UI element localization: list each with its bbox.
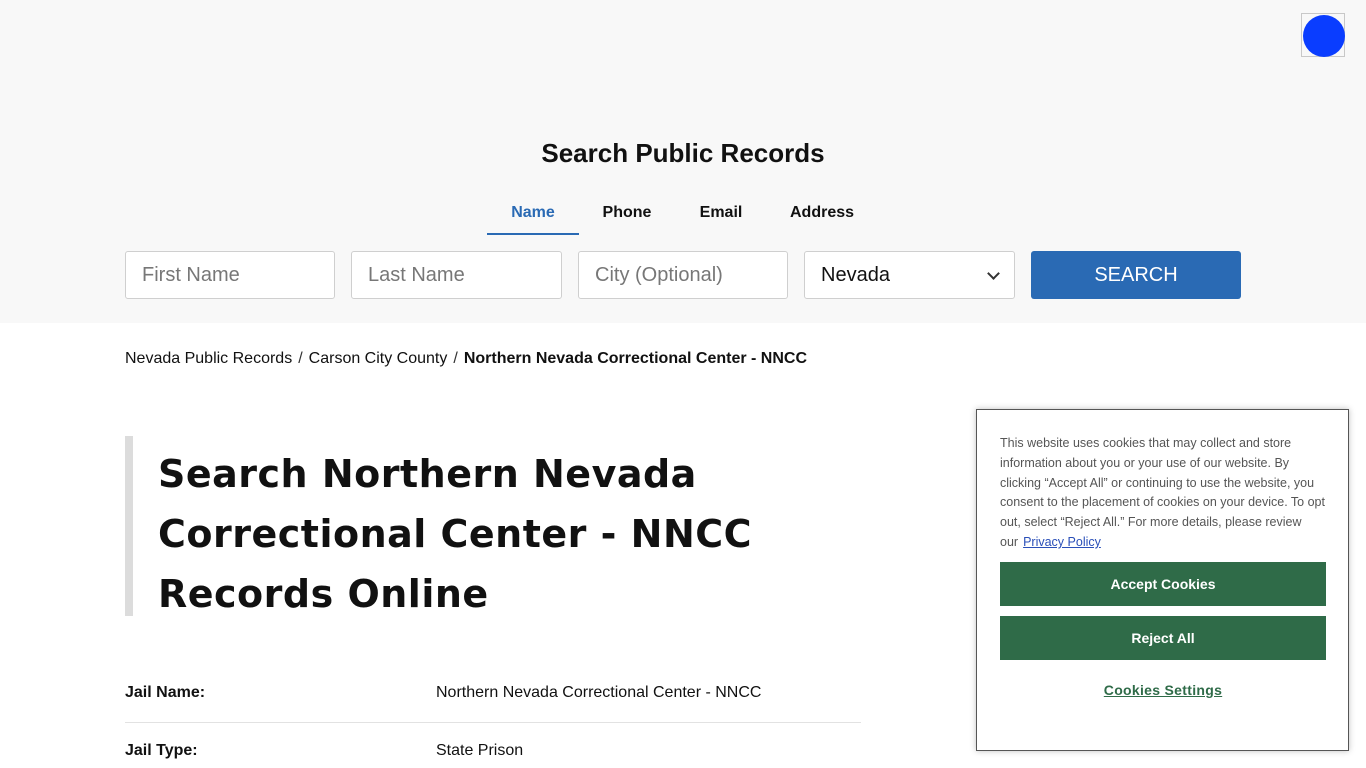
cookie-consent-banner: This website uses cookies that may colle… [976, 409, 1349, 751]
search-tabs: Name Phone Email Address [487, 197, 877, 235]
state-select-value: Nevada [821, 264, 890, 286]
cookie-message: This website uses cookies that may colle… [1000, 436, 1325, 549]
info-label: Jail Name: [125, 684, 206, 701]
tab-phone[interactable]: Phone [579, 197, 675, 235]
search-title: Search Public Records [541, 138, 825, 168]
breadcrumb: Nevada Public Records / Carson City County… [125, 350, 807, 368]
search-button[interactable]: SEARCH [1031, 251, 1241, 299]
privacy-policy-link[interactable]: Privacy Policy [1023, 535, 1101, 549]
city-input[interactable] [578, 251, 788, 299]
cookie-text: This website uses cookies that may colle… [1000, 434, 1328, 553]
info-value: State Prison [436, 742, 524, 759]
logo-circle [1303, 15, 1345, 57]
breadcrumb-separator: / [298, 350, 303, 367]
breadcrumb-separator: / [453, 350, 458, 367]
first-name-input[interactable] [125, 251, 335, 299]
tab-email[interactable]: Email [675, 197, 767, 235]
breadcrumb-link-state[interactable]: Nevada Public Records [125, 350, 292, 367]
headline-block: Search Northern Nevada Correctional Cent… [125, 436, 805, 616]
accept-cookies-button[interactable]: Accept Cookies [1000, 562, 1326, 606]
breadcrumb-current: Northern Nevada Correctional Center - NN… [463, 350, 807, 367]
tab-address[interactable]: Address [767, 197, 877, 235]
info-value: Northern Nevada Correctional Center - NN… [436, 684, 762, 701]
last-name-input[interactable] [351, 251, 562, 299]
search-header-section: Search Public Records Name Phone Email A… [0, 0, 1366, 323]
cookies-settings-link[interactable]: Cookies Settings [1000, 682, 1326, 698]
broken-image-icon[interactable] [1301, 13, 1345, 57]
page-title: Search Northern Nevada Correctional Cent… [158, 452, 753, 616]
info-label: Jail Type: [125, 742, 198, 759]
state-select[interactable]: Nevada [804, 251, 1015, 299]
tab-name[interactable]: Name [487, 197, 579, 235]
info-row-jail-type: Jail Type: State Prison [125, 742, 861, 768]
breadcrumb-link-county[interactable]: Carson City County [309, 350, 448, 367]
reject-all-button[interactable]: Reject All [1000, 616, 1326, 660]
chevron-down-icon [987, 267, 1000, 280]
info-row-jail-name: Jail Name: Northern Nevada Correctional … [125, 684, 861, 723]
